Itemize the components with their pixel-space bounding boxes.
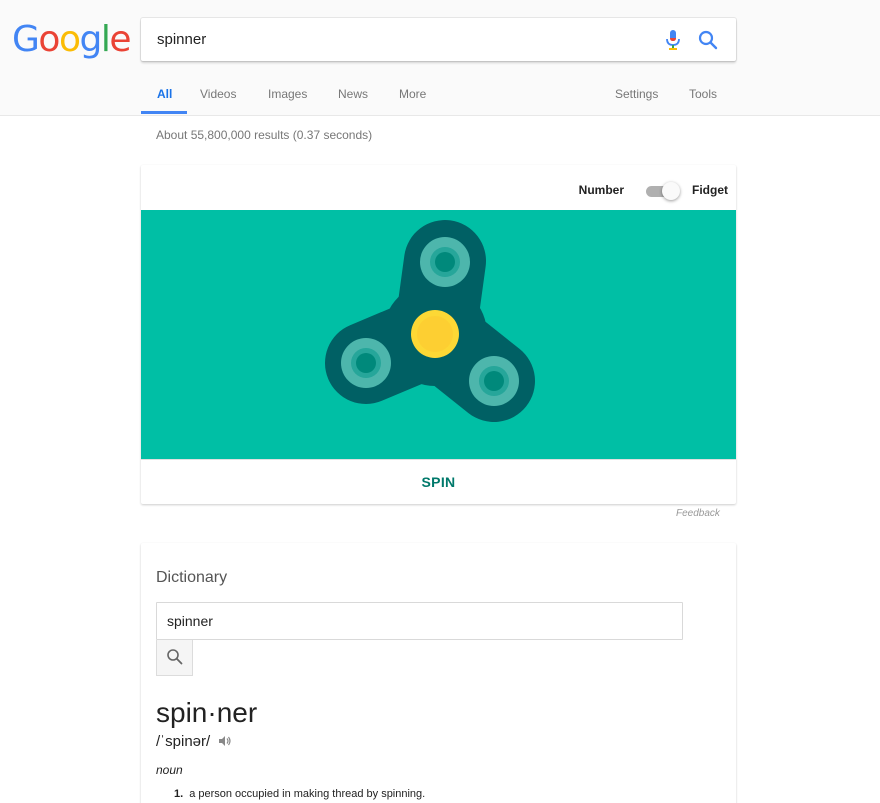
result-stats: About 55,800,000 results (0.37 seconds): [156, 128, 373, 142]
feedback-link[interactable]: Feedback: [676, 508, 720, 519]
search-icon[interactable]: [697, 29, 719, 51]
fidget-spinner-icon[interactable]: [141, 210, 736, 459]
mode-toggle-switch[interactable]: [644, 182, 680, 200]
dictionary-title: Dictionary: [156, 569, 228, 586]
header: Google All Videos Images News More Setti: [0, 0, 880, 116]
search-input[interactable]: [157, 18, 637, 61]
tab-news[interactable]: News: [338, 87, 368, 101]
microphone-icon[interactable]: [663, 29, 683, 51]
definition-text: a person occupied in making thread by sp…: [189, 788, 426, 800]
dictionary-card: Dictionary spin·ner /ˈspinər/ noun 1. a p…: [141, 543, 736, 803]
tab-all[interactable]: All: [157, 87, 172, 101]
tab-images[interactable]: Images: [268, 87, 307, 101]
spin-button[interactable]: SPIN: [141, 459, 736, 504]
tab-settings[interactable]: Settings: [615, 87, 658, 101]
toggle-knob: [662, 182, 680, 200]
dictionary-search-button[interactable]: [156, 640, 193, 676]
definition-number: 1.: [174, 788, 184, 800]
mode-toggle-row: Number Fidget: [578, 182, 728, 200]
dictionary-input[interactable]: [156, 602, 683, 640]
pronunciation: /ˈspinər/: [156, 733, 211, 750]
part-of-speech: noun: [156, 763, 183, 777]
toggle-label-number[interactable]: Number: [579, 183, 624, 197]
tab-videos[interactable]: Videos: [200, 87, 236, 101]
tab-more[interactable]: More: [399, 87, 426, 101]
search-icon: [167, 649, 183, 665]
search-box: [141, 18, 736, 61]
google-logo[interactable]: Google: [12, 20, 131, 60]
dictionary-word: spin·ner: [156, 697, 258, 728]
pronunciation-row: /ˈspinər/: [156, 733, 232, 751]
active-tab-indicator: [141, 111, 187, 114]
search-tabs: All Videos Images News More Settings Too…: [141, 78, 736, 116]
toggle-label-fidget[interactable]: Fidget: [692, 183, 728, 197]
speaker-icon[interactable]: [218, 734, 232, 751]
tab-tools[interactable]: Tools: [689, 87, 717, 101]
fidget-spinner-area[interactable]: [141, 210, 736, 459]
definition-item: 1. a person occupied in making thread by …: [174, 788, 425, 800]
spinner-widget: Number Fidget SPIN: [141, 165, 736, 504]
